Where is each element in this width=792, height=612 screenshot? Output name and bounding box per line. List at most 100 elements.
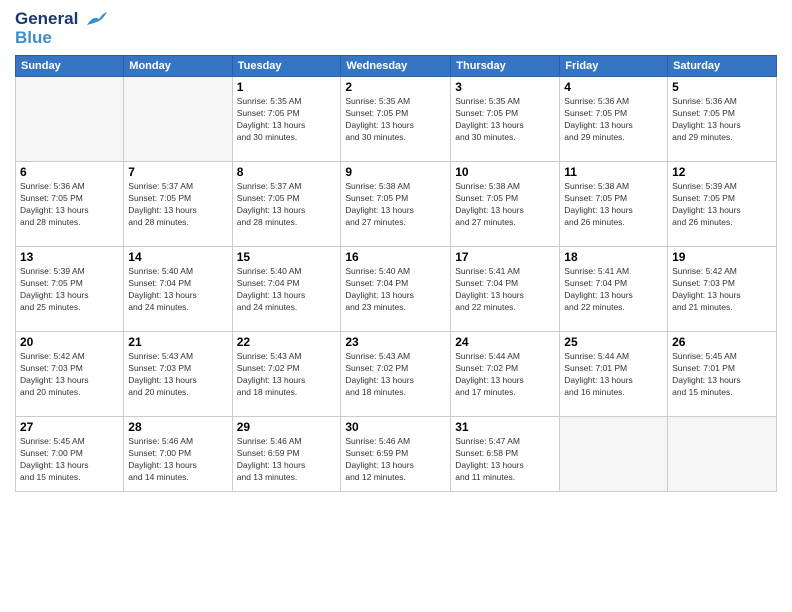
day-info: Sunrise: 5:42 AM Sunset: 7:03 PM Dayligh… [672,266,772,314]
day-info: Sunrise: 5:40 AM Sunset: 7:04 PM Dayligh… [345,266,446,314]
calendar-cell: 13 Sunrise: 5:39 AM Sunset: 7:05 PM Dayli… [16,247,124,332]
calendar-cell: 28 Sunrise: 5:46 AM Sunset: 7:00 PM Dayli… [124,417,232,492]
day-number: 13 [20,250,119,264]
calendar-cell [16,77,124,162]
day-number: 17 [455,250,555,264]
calendar: SundayMondayTuesdayWednesdayThursdayFrid… [15,55,777,492]
day-number: 19 [672,250,772,264]
day-info: Sunrise: 5:42 AM Sunset: 7:03 PM Dayligh… [20,351,119,399]
calendar-cell: 31 Sunrise: 5:47 AM Sunset: 6:58 PM Dayli… [451,417,560,492]
day-number: 29 [237,420,337,434]
calendar-cell: 29Sunrise: 5:46 AM Sunset: 6:59 PM Dayli… [232,417,341,492]
day-number: 16 [345,250,446,264]
day-info: Sunrise: 5:37 AM Sunset: 7:05 PM Dayligh… [128,181,227,229]
calendar-cell: 21 Sunrise: 5:43 AM Sunset: 7:03 PM Dayli… [124,332,232,417]
day-info: Sunrise: 5:45 AM Sunset: 7:01 PM Dayligh… [672,351,772,399]
calendar-cell: 25Sunrise: 5:44 AM Sunset: 7:01 PM Dayli… [560,332,668,417]
day-number: 23 [345,335,446,349]
logo-line1: General [15,10,107,29]
weekday-header-wednesday: Wednesday [341,56,451,77]
calendar-cell: 16 Sunrise: 5:40 AM Sunset: 7:04 PM Dayli… [341,247,451,332]
weekday-header-sunday: Sunday [16,56,124,77]
day-info: Sunrise: 5:44 AM Sunset: 7:01 PM Dayligh… [564,351,663,399]
calendar-week-row: 6 Sunrise: 5:36 AM Sunset: 7:05 PM Daylig… [16,162,777,247]
day-number: 7 [128,165,227,179]
day-info: Sunrise: 5:36 AM Sunset: 7:05 PM Dayligh… [672,96,772,144]
day-info: Sunrise: 5:43 AM Sunset: 7:03 PM Dayligh… [128,351,227,399]
day-number: 14 [128,250,227,264]
calendar-cell: 14 Sunrise: 5:40 AM Sunset: 7:04 PM Dayli… [124,247,232,332]
calendar-cell: 7 Sunrise: 5:37 AM Sunset: 7:05 PM Daylig… [124,162,232,247]
calendar-week-row: 20 Sunrise: 5:42 AM Sunset: 7:03 PM Dayli… [16,332,777,417]
day-info: Sunrise: 5:38 AM Sunset: 7:05 PM Dayligh… [455,181,555,229]
day-number: 9 [345,165,446,179]
weekday-header-saturday: Saturday [668,56,777,77]
day-info: Sunrise: 5:36 AM Sunset: 7:05 PM Dayligh… [564,96,663,144]
weekday-header-friday: Friday [560,56,668,77]
day-info: Sunrise: 5:36 AM Sunset: 7:05 PM Dayligh… [20,181,119,229]
logo-line2: Blue [15,29,107,48]
calendar-cell: 19 Sunrise: 5:42 AM Sunset: 7:03 PM Dayli… [668,247,777,332]
day-info: Sunrise: 5:35 AM Sunset: 7:05 PM Dayligh… [237,96,337,144]
day-number: 10 [455,165,555,179]
weekday-header-row: SundayMondayTuesdayWednesdayThursdayFrid… [16,56,777,77]
day-number: 31 [455,420,555,434]
calendar-cell: 3Sunrise: 5:35 AM Sunset: 7:05 PM Daylig… [451,77,560,162]
weekday-header-tuesday: Tuesday [232,56,341,77]
calendar-cell: 18Sunrise: 5:41 AM Sunset: 7:04 PM Dayli… [560,247,668,332]
day-number: 3 [455,80,555,94]
calendar-cell: 24 Sunrise: 5:44 AM Sunset: 7:02 PM Dayli… [451,332,560,417]
day-info: Sunrise: 5:47 AM Sunset: 6:58 PM Dayligh… [455,436,555,484]
day-number: 21 [128,335,227,349]
day-info: Sunrise: 5:46 AM Sunset: 6:59 PM Dayligh… [345,436,446,484]
day-info: Sunrise: 5:44 AM Sunset: 7:02 PM Dayligh… [455,351,555,399]
day-info: Sunrise: 5:38 AM Sunset: 7:05 PM Dayligh… [345,181,446,229]
day-number: 18 [564,250,663,264]
day-info: Sunrise: 5:37 AM Sunset: 7:05 PM Dayligh… [237,181,337,229]
day-number: 1 [237,80,337,94]
day-number: 11 [564,165,663,179]
weekday-header-monday: Monday [124,56,232,77]
calendar-cell [668,417,777,492]
calendar-cell: 15Sunrise: 5:40 AM Sunset: 7:04 PM Dayli… [232,247,341,332]
calendar-cell: 17Sunrise: 5:41 AM Sunset: 7:04 PM Dayli… [451,247,560,332]
calendar-cell: 5 Sunrise: 5:36 AM Sunset: 7:05 PM Daylig… [668,77,777,162]
day-number: 6 [20,165,119,179]
calendar-week-row: 1 Sunrise: 5:35 AM Sunset: 7:05 PM Daylig… [16,77,777,162]
calendar-cell: 6 Sunrise: 5:36 AM Sunset: 7:05 PM Daylig… [16,162,124,247]
day-number: 8 [237,165,337,179]
day-info: Sunrise: 5:45 AM Sunset: 7:00 PM Dayligh… [20,436,119,484]
day-info: Sunrise: 5:38 AM Sunset: 7:05 PM Dayligh… [564,181,663,229]
calendar-week-row: 13 Sunrise: 5:39 AM Sunset: 7:05 PM Dayli… [16,247,777,332]
calendar-cell [560,417,668,492]
day-info: Sunrise: 5:35 AM Sunset: 7:05 PM Dayligh… [345,96,446,144]
day-info: Sunrise: 5:39 AM Sunset: 7:05 PM Dayligh… [20,266,119,314]
calendar-cell: 1 Sunrise: 5:35 AM Sunset: 7:05 PM Daylig… [232,77,341,162]
day-info: Sunrise: 5:39 AM Sunset: 7:05 PM Dayligh… [672,181,772,229]
day-number: 28 [128,420,227,434]
calendar-cell: 20 Sunrise: 5:42 AM Sunset: 7:03 PM Dayli… [16,332,124,417]
day-number: 24 [455,335,555,349]
calendar-cell: 30 Sunrise: 5:46 AM Sunset: 6:59 PM Dayli… [341,417,451,492]
calendar-cell: 10 Sunrise: 5:38 AM Sunset: 7:05 PM Dayli… [451,162,560,247]
day-number: 15 [237,250,337,264]
calendar-cell: 23 Sunrise: 5:43 AM Sunset: 7:02 PM Dayli… [341,332,451,417]
calendar-cell: 12 Sunrise: 5:39 AM Sunset: 7:05 PM Dayli… [668,162,777,247]
calendar-cell [124,77,232,162]
day-number: 27 [20,420,119,434]
logo-bird-icon [85,11,107,29]
calendar-cell: 2 Sunrise: 5:35 AM Sunset: 7:05 PM Daylig… [341,77,451,162]
calendar-cell: 9 Sunrise: 5:38 AM Sunset: 7:05 PM Daylig… [341,162,451,247]
day-number: 4 [564,80,663,94]
day-info: Sunrise: 5:46 AM Sunset: 7:00 PM Dayligh… [128,436,227,484]
day-number: 12 [672,165,772,179]
day-number: 2 [345,80,446,94]
calendar-cell: 11 Sunrise: 5:38 AM Sunset: 7:05 PM Dayli… [560,162,668,247]
day-number: 20 [20,335,119,349]
day-number: 22 [237,335,337,349]
day-number: 30 [345,420,446,434]
day-number: 26 [672,335,772,349]
day-number: 5 [672,80,772,94]
day-info: Sunrise: 5:40 AM Sunset: 7:04 PM Dayligh… [128,266,227,314]
day-info: Sunrise: 5:43 AM Sunset: 7:02 PM Dayligh… [345,351,446,399]
